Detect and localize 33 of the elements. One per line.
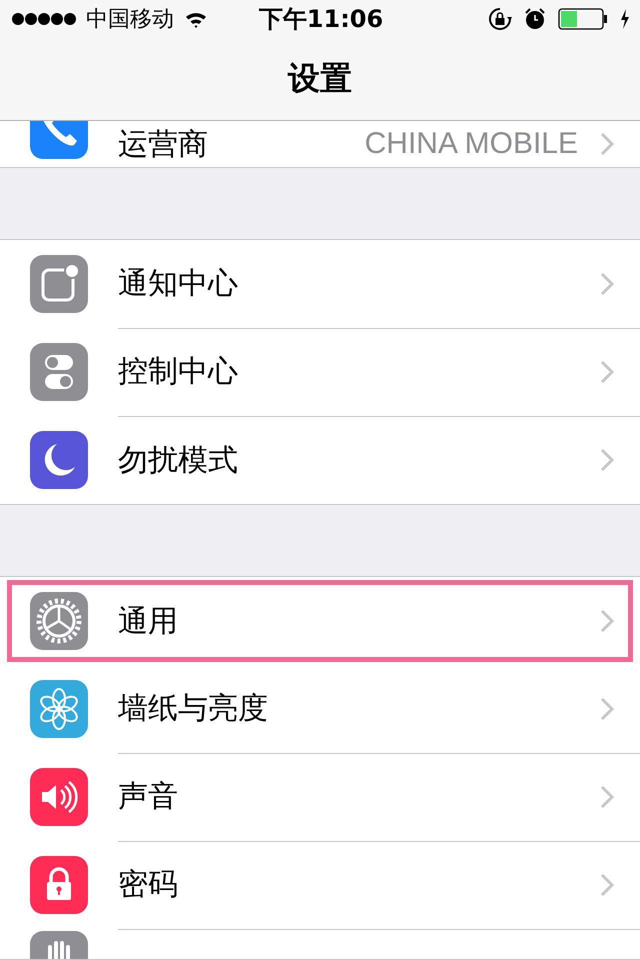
row-label: 控制中心 (118, 353, 239, 391)
alarm-clock-icon (524, 8, 546, 30)
row-label: 墙纸与亮度 (118, 690, 269, 728)
row-label: 勿扰模式 (118, 442, 239, 480)
signal-icon (12, 12, 76, 26)
charging-icon (620, 8, 630, 29)
settings-row[interactable]: 运营商 CHINA MOBILE (0, 121, 640, 167)
battery-icon (558, 8, 608, 30)
row-label: 通知中心 (118, 265, 239, 303)
clock-time: 下午11:06 (258, 4, 384, 35)
row-value: CHINA MOBILE (364, 127, 578, 161)
chevron-icon (600, 609, 614, 633)
chevron-icon (600, 872, 614, 896)
settings-row[interactable]: 通知中心 (0, 240, 640, 328)
settings-row[interactable]: 密码 (0, 841, 640, 929)
chevron-icon (600, 696, 614, 720)
settings-row[interactable]: 墙纸与亮度 (0, 665, 640, 753)
row-label: 声音 (118, 778, 179, 816)
chevron-icon (600, 360, 614, 384)
settings-row[interactable]: 通用 (7, 580, 633, 662)
settings-row[interactable]: 控制中心 (0, 328, 640, 416)
row-label: 运营商 (118, 126, 209, 164)
carrier-name: 中国移动 (86, 6, 174, 34)
chevron-icon (600, 272, 614, 296)
rotation-lock-icon (488, 6, 512, 31)
settings-row[interactable]: 声音 (0, 753, 640, 841)
chevron-icon (600, 132, 614, 156)
chevron-icon (600, 448, 614, 472)
chevron-icon (600, 784, 614, 808)
settings-row[interactable]: 勿扰模式 (0, 416, 640, 504)
row-label: 密码 (118, 866, 179, 904)
page-title: 设置 (288, 58, 352, 99)
row-label: 通用 (118, 602, 179, 640)
